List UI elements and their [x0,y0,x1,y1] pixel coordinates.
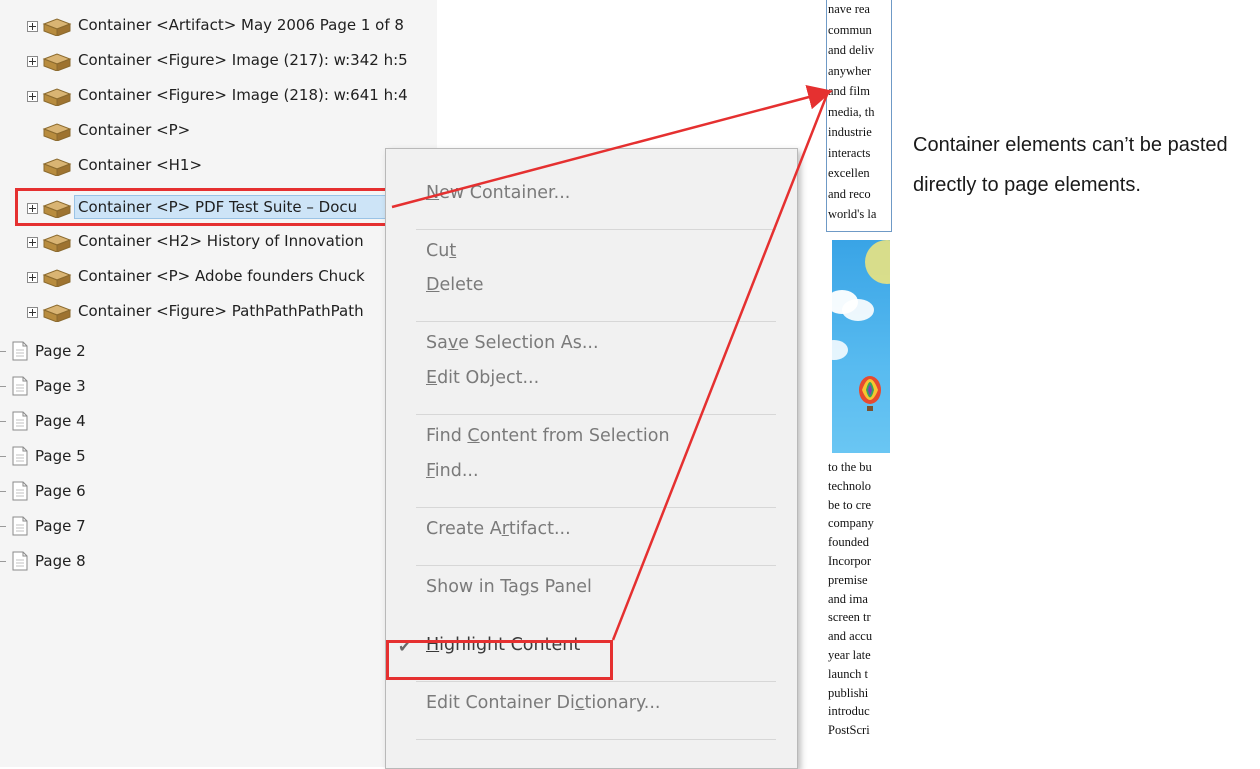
preview-text-line: technolo [828,478,872,493]
tree-row-label: Container <Figure> Image (217): w:342 h:… [78,51,408,69]
menu-item[interactable]: Find... [426,461,479,481]
tree-row-label: Container <Figure> Image (218): w:641 h:… [78,86,408,104]
page-icon [12,481,28,501]
tree-row-label: Container <P> Adobe founders Chuck [78,267,365,285]
container-tag-icon [42,267,72,288]
annotation-text: Container elements can’t be pasted direc… [913,134,1228,196]
page-icon [12,446,28,466]
tree-row-label: Container <Figure> PathPathPathPath [78,302,364,320]
preview-text-line: company [828,516,874,531]
preview-text-line: year late [828,648,871,662]
menu-separator [416,565,776,566]
tree-row-container[interactable]: Container <Artifact> May 2006 Page 1 of … [0,10,437,40]
tree-row-page[interactable]: Page 4 [0,406,437,436]
container-tag-icon [42,302,72,323]
expand-icon[interactable] [27,307,38,318]
preview-text-line: PostScri [828,723,870,738]
preview-text-line: and accu [828,629,873,644]
preview-text-line: screen tr [828,610,871,625]
preview-figure-balloon [832,240,890,453]
tree-row-label: Container <H1> [78,156,203,174]
tree-row-label: Page 2 [35,342,86,360]
tree-row-label: Container <H2> History of Innovation [78,232,364,250]
menu-item[interactable]: New Container... [426,183,570,203]
menu-separator [416,229,776,230]
tree-row-container[interactable]: Container <P> [0,115,437,145]
tree-connector [0,456,6,457]
tree-connector [0,561,6,562]
tree-row-label: Container <Artifact> May 2006 Page 1 of … [78,16,404,34]
tree-connector [0,491,6,492]
menu-item[interactable]: Edit Container Dictionary... [426,693,661,713]
highlight-content-callout [386,640,613,680]
preview-text-line: launch t [828,666,868,681]
tree-row-page[interactable]: Page 6 [0,476,437,506]
tree-row-container[interactable]: Container <Figure> PathPathPathPath [0,296,437,326]
tree-row-label: Page 5 [35,447,86,465]
page-icon [12,376,28,396]
page-icon [12,516,28,536]
tree-row-container[interactable]: Container <Figure> Image (218): w:641 h:… [0,80,437,110]
container-tag-icon [42,51,72,72]
preview-text-line: introduc [828,704,870,719]
tree-row-page[interactable]: Page 5 [0,441,437,471]
expand-icon[interactable] [27,56,38,67]
preview-text-line: to the bu [828,460,872,474]
expand-icon[interactable] [27,237,38,248]
tree-row-label: Container <P> [78,121,191,139]
expand-icon[interactable] [27,91,38,102]
page-icon [12,341,28,361]
tree-row-container[interactable]: Container <H2> History of Innovation [0,226,437,256]
tree-connector [0,386,6,387]
menu-item[interactable]: Cut [426,241,456,261]
menu-separator [416,507,776,508]
tree-row-page[interactable]: Page 2 [0,336,437,366]
preview-text-line: founded [828,535,869,550]
preview-text-line: and ima [828,591,868,606]
tree-row-page[interactable]: Page 8 [0,546,437,576]
selected-row-callout [15,188,392,226]
tree-row-page[interactable]: Page 3 [0,371,437,401]
preview-text-line: Incorpor [828,554,872,568]
expand-icon[interactable] [27,272,38,283]
tree-row-container[interactable]: Container <Figure> Image (217): w:342 h:… [0,45,437,75]
balloon-illustration [832,240,890,411]
menu-separator [416,681,776,682]
menu-item[interactable]: Save Selection As... [426,333,599,353]
preview-text-line: publishi [828,685,869,700]
tree-connector [0,526,6,527]
menu-separator [416,739,776,740]
container-tag-icon [42,16,72,37]
menu-item[interactable]: Find Content from Selection [426,426,670,446]
tree-row-container[interactable]: Container <P> Adobe founders Chuck [0,261,437,291]
menu-item[interactable]: Show in Tags Panel [426,577,592,597]
preview-text-line: premise [828,572,868,587]
menu-item[interactable]: Create Artifact... [426,519,571,539]
menu-separator [416,414,776,415]
container-tag-icon [42,232,72,253]
preview-text-line: be to cre [828,497,872,512]
page-icon [12,411,28,431]
tree-connector [0,351,6,352]
tree-row-page[interactable]: Page 7 [0,511,437,541]
menu-item[interactable]: Delete [426,275,484,295]
menu-item[interactable]: Edit Object... [426,368,539,388]
tree-row-label: Page 8 [35,552,86,570]
tree-row-label: Page 4 [35,412,86,430]
tree-connector [0,421,6,422]
expand-icon[interactable] [27,21,38,32]
container-tag-icon [42,156,72,177]
container-tag-icon [42,121,72,142]
menu-separator [416,321,776,322]
container-tag-icon [42,86,72,107]
tree-row-label: Page 3 [35,377,86,395]
tree-row-container[interactable]: Container <H1> [0,150,437,180]
page-icon [12,551,28,571]
preview-selected-paragraph-box [826,0,892,232]
tree-row-label: Page 7 [35,517,86,535]
tree-row-label: Page 6 [35,482,86,500]
